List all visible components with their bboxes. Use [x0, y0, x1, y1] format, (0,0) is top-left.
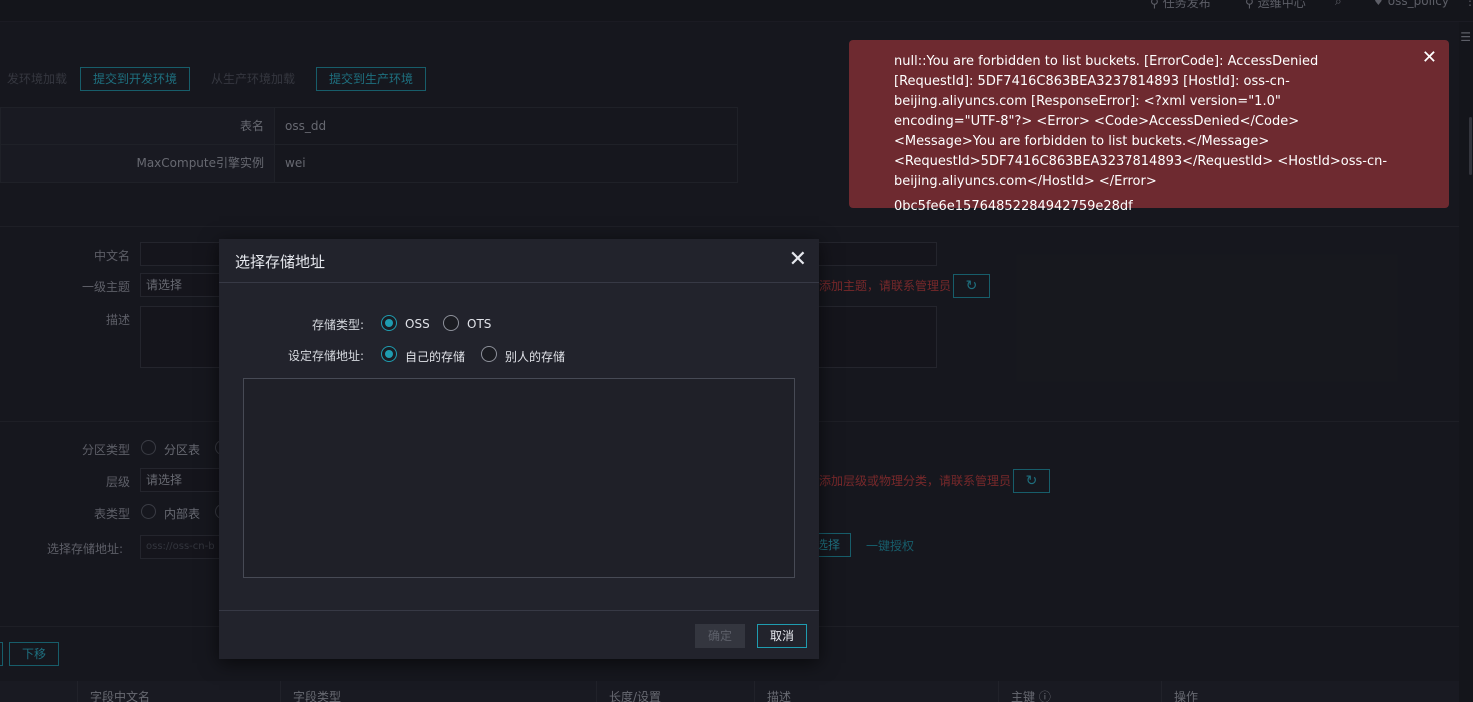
cancel-button[interactable]: 取消 — [757, 624, 807, 648]
storage-type-oss-label: OSS — [405, 317, 430, 331]
dialog-title: 选择存储地址 — [235, 253, 326, 271]
others-storage-radio[interactable] — [481, 346, 497, 362]
storage-type-ots-label: OTS — [467, 317, 492, 331]
close-icon[interactable]: ✕ — [1422, 48, 1437, 68]
error-message: null::You are forbidden to list buckets.… — [894, 54, 1388, 189]
own-storage-radio[interactable] — [381, 346, 397, 362]
dialog-header: 选择存储地址 ✕ — [219, 239, 819, 283]
error-trace-id: 0bc5fe6e15764852284942759e28df — [894, 199, 1133, 214]
storage-type-ots-radio[interactable] — [443, 315, 459, 331]
own-storage-label: 自己的存储 — [405, 350, 466, 364]
bucket-list-panel[interactable] — [243, 378, 795, 578]
select-storage-dialog: 选择存储地址 ✕ 存储类型: OSS OTS 设定存储地址: 自己的存储 别人的… — [219, 239, 819, 659]
dialog-footer: 确定 取消 — [219, 610, 819, 659]
others-storage-label: 别人的存储 — [505, 350, 566, 364]
storage-type-oss-radio[interactable] — [381, 315, 397, 331]
storage-type-label: 存储类型: — [311, 318, 364, 332]
confirm-button[interactable]: 确定 — [695, 624, 745, 648]
close-icon[interactable]: ✕ — [789, 247, 807, 273]
error-notification: null::You are forbidden to list buckets.… — [849, 40, 1449, 214]
storage-address-mode-label: 设定存储地址: — [287, 349, 364, 363]
